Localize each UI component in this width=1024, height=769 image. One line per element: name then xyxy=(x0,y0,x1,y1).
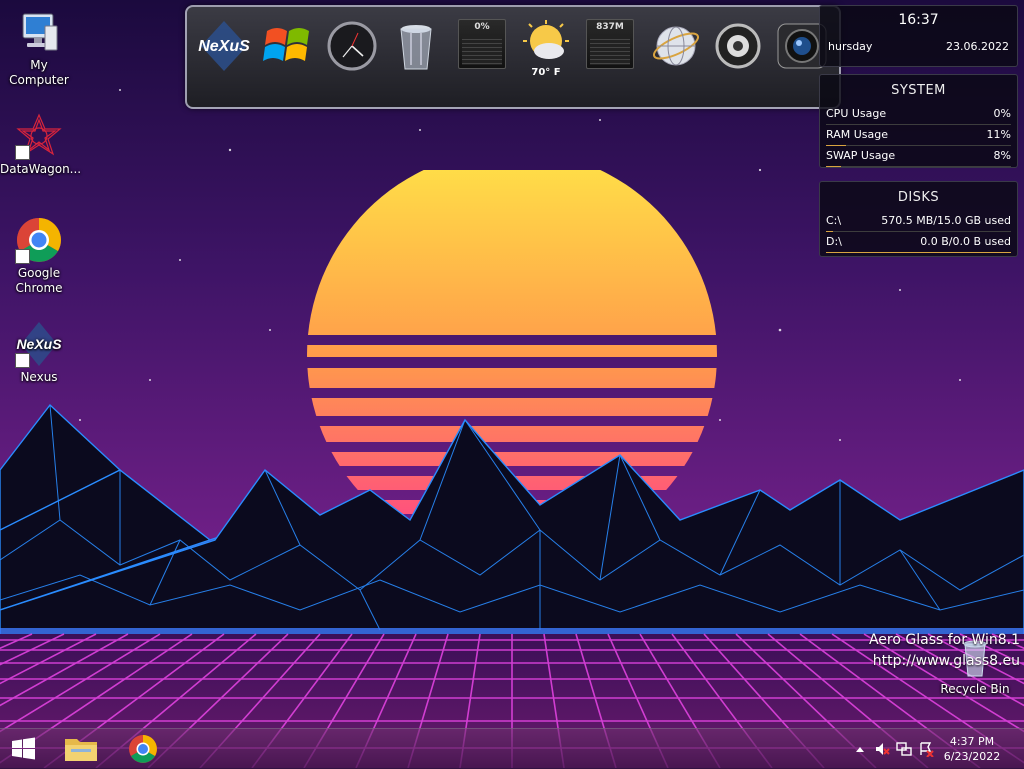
aero-glass-watermark: Aero Glass for Win8.1 http://www.glass8.… xyxy=(869,630,1020,672)
network-icon[interactable] xyxy=(896,741,912,757)
usage-bar xyxy=(826,252,1011,253)
taskbar-date: 6/23/2022 xyxy=(943,750,1001,763)
cpu-meter-value: 0% xyxy=(474,22,490,32)
desktop-icon-label: Recycle Bin xyxy=(940,682,1010,696)
system-tray: 4:37 PM 6/23/2022 xyxy=(844,729,1024,769)
watermark-line-1: Aero Glass for Win8.1 xyxy=(868,632,1020,648)
row-value: 0.0 B/0.0 B used xyxy=(920,235,1011,248)
windows-start-icon xyxy=(12,737,35,760)
nexus-logo-text: NeXuS xyxy=(16,336,62,352)
row-value: 8% xyxy=(993,149,1011,162)
desktop-icon-google-chrome[interactable]: Google Chrome xyxy=(0,216,78,296)
weather-temperature: 70° F xyxy=(531,67,561,78)
disk-row-d: D:\ 0.0 B/0.0 B used xyxy=(826,232,1011,253)
dock-item-nexus[interactable]: NeXuS xyxy=(197,19,251,93)
taskbar-clock[interactable]: 4:37 PM 6/23/2022 xyxy=(942,734,1002,764)
disks-gadget[interactable]: DISKS C:\ 570.5 MB/15.0 GB used D:\ 0.0 … xyxy=(819,181,1018,257)
gadget-date: 23.06.2022 xyxy=(946,40,1009,53)
folder-icon xyxy=(65,739,97,761)
row-label: C:\ xyxy=(826,214,842,227)
network-globe-icon xyxy=(652,26,700,66)
dock-item-clock[interactable] xyxy=(325,19,379,93)
shortcut-arrow-icon xyxy=(15,353,30,368)
nexus-dock: NeXuS 0% 70° F 837M xyxy=(185,5,841,109)
row-label: D:\ xyxy=(826,235,842,248)
desktop-icon-label: Google Chrome xyxy=(15,266,63,295)
row-label: RAM Usage xyxy=(826,128,888,141)
trash-icon xyxy=(400,25,432,70)
gadget-day: hursday xyxy=(828,40,873,53)
gadget-time: 16:37 xyxy=(898,12,939,28)
shortcut-arrow-icon xyxy=(15,145,30,160)
taskbar: 4:37 PM 6/23/2022 xyxy=(0,728,1024,769)
row-value: 11% xyxy=(986,128,1011,141)
volume-muted-icon[interactable] xyxy=(874,741,890,757)
dock-item-speaker[interactable] xyxy=(711,19,765,93)
clock-icon xyxy=(327,21,377,71)
row-label: CPU Usage xyxy=(826,107,887,120)
cpu-meter-icon: 0% xyxy=(458,19,506,69)
usage-bar xyxy=(826,166,841,167)
system-row-cpu: CPU Usage 0% xyxy=(826,104,1011,125)
memory-meter-icon: 837M xyxy=(586,19,634,69)
chrome-icon xyxy=(129,735,157,763)
computer-icon xyxy=(22,13,58,51)
row-value: 570.5 MB/15.0 GB used xyxy=(881,214,1011,227)
watermark-line-2: http://www.glass8.eu xyxy=(872,653,1020,669)
taskbar-chrome[interactable] xyxy=(121,733,165,765)
dock-item-windows[interactable] xyxy=(261,19,315,93)
dock-item-network[interactable] xyxy=(649,19,703,93)
desktop-icon-label: Nexus xyxy=(20,370,58,384)
speaker-icon xyxy=(715,23,761,69)
row-value: 0% xyxy=(993,107,1011,120)
dock-item-trash[interactable] xyxy=(389,19,443,93)
desktop-icon-label: DataWagon... xyxy=(0,162,82,176)
desktop-icon-my-computer[interactable]: My Computer xyxy=(0,8,78,88)
taskbar-file-explorer[interactable] xyxy=(59,733,103,765)
system-row-swap: SWAP Usage 8% xyxy=(826,146,1011,167)
weather-icon xyxy=(523,20,569,59)
disks-gadget-title: DISKS xyxy=(897,190,940,205)
system-gadget[interactable]: SYSTEM CPU Usage 0% RAM Usage 11% SWAP U… xyxy=(819,74,1018,168)
windows-logo-icon xyxy=(263,28,309,61)
system-gadget-title: SYSTEM xyxy=(891,83,946,98)
action-center-alert-icon[interactable] xyxy=(918,741,934,758)
desktop-icon-nexus[interactable]: NeXuS Nexus xyxy=(0,320,78,385)
shortcut-arrow-icon xyxy=(15,249,30,264)
dock-item-memory-meter[interactable]: 837M xyxy=(583,19,637,93)
disk-row-c: C:\ 570.5 MB/15.0 GB used xyxy=(826,211,1011,232)
nexus-logo-icon: NeXuS xyxy=(198,21,250,71)
desktop-icon-datawagon[interactable]: DataWagon... xyxy=(0,112,82,177)
dock-item-cpu-meter[interactable]: 0% xyxy=(455,19,509,93)
show-hidden-icons-icon[interactable] xyxy=(852,741,868,757)
taskbar-time: 4:37 PM xyxy=(949,735,995,748)
row-label: SWAP Usage xyxy=(826,149,896,162)
memory-meter-value: 837M xyxy=(596,22,624,32)
desktop-icon-label: My Computer xyxy=(9,58,69,87)
clock-gadget[interactable]: 16:37 hursday 23.06.2022 xyxy=(819,5,1018,67)
system-row-ram: RAM Usage 11% xyxy=(826,125,1011,146)
dock-nexus-text: NeXuS xyxy=(198,38,250,55)
dock-item-weather[interactable]: 70° F xyxy=(519,19,573,93)
start-button[interactable] xyxy=(2,733,46,765)
